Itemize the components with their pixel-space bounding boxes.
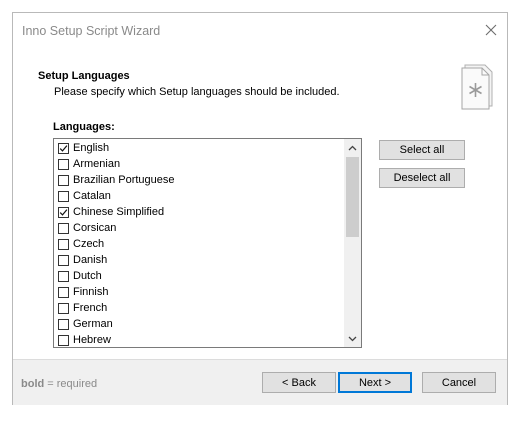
language-label: Armenian	[73, 158, 121, 170]
language-item[interactable]: Danish	[54, 252, 344, 268]
language-checkbox[interactable]	[58, 206, 69, 218]
required-hint: bold = required	[21, 378, 97, 390]
language-item[interactable]: French	[54, 300, 344, 316]
language-checkbox[interactable]	[58, 302, 69, 314]
languages-list: English Armenian Brazilian Portuguese Catal…	[54, 140, 344, 347]
hint-text: = required	[44, 378, 98, 390]
language-label: Finnish	[73, 286, 109, 298]
language-item[interactable]: Catalan	[54, 188, 344, 204]
scroll-thumb[interactable]	[346, 157, 359, 237]
languages-label: Languages:	[53, 121, 115, 133]
language-checkbox[interactable]	[58, 334, 69, 346]
language-label: French	[73, 302, 108, 314]
select-all-button[interactable]: Select all	[379, 140, 465, 160]
cancel-button[interactable]: Cancel	[422, 372, 496, 393]
language-checkbox[interactable]	[58, 190, 69, 202]
language-label: Brazilian Portuguese	[73, 174, 175, 186]
chevron-down-icon	[348, 336, 357, 341]
title-bar: Inno Setup Script Wizard	[13, 13, 507, 49]
language-item[interactable]: German	[54, 316, 344, 332]
language-checkbox[interactable]	[58, 158, 69, 170]
language-label: Dutch	[73, 270, 102, 282]
window-title: Inno Setup Script Wizard	[22, 24, 161, 38]
language-item[interactable]: Brazilian Portuguese	[54, 172, 344, 188]
language-checkbox[interactable]	[58, 270, 69, 282]
language-item[interactable]: Chinese Simplified	[54, 204, 344, 220]
language-label: Danish	[73, 254, 108, 266]
page-title: Setup Languages	[38, 70, 130, 82]
page-header: Setup Languages Please specify which Set…	[13, 49, 507, 121]
language-checkbox[interactable]	[58, 254, 69, 266]
language-item[interactable]: Corsican	[54, 220, 344, 236]
page-subtitle: Please specify which Setup languages sho…	[54, 86, 340, 98]
language-label: Hebrew	[73, 334, 111, 346]
language-label: English	[73, 142, 110, 154]
footer-bar: bold = required < Back Next > Cancel	[13, 360, 507, 405]
language-checkbox[interactable]	[58, 174, 69, 186]
wizard-window: Inno Setup Script Wizard Setup Languages…	[12, 12, 508, 405]
language-item[interactable]: Dutch	[54, 268, 344, 284]
deselect-all-button[interactable]: Deselect all	[379, 168, 465, 188]
language-item[interactable]: English	[54, 140, 344, 156]
close-button[interactable]	[477, 17, 505, 43]
language-label: Chinese Simplified	[73, 206, 165, 218]
checkmark-icon	[59, 208, 68, 216]
language-item[interactable]: Hebrew	[54, 332, 344, 347]
language-checkbox[interactable]	[58, 222, 69, 234]
document-asterisk-icon	[461, 64, 493, 110]
language-item[interactable]: Armenian	[54, 156, 344, 172]
language-label: Czech	[73, 238, 105, 250]
languages-listbox[interactable]: English Armenian Brazilian Portuguese Catal…	[53, 138, 362, 348]
language-item[interactable]: Czech	[54, 236, 344, 252]
checkmark-icon	[59, 144, 68, 152]
language-label: Corsican	[73, 222, 117, 234]
language-label: Catalan	[73, 190, 111, 202]
hint-bold-word: bold	[21, 378, 45, 390]
language-checkbox[interactable]	[58, 286, 69, 298]
language-checkbox[interactable]	[58, 238, 69, 250]
next-button[interactable]: Next >	[338, 372, 412, 393]
back-button[interactable]: < Back	[262, 372, 336, 393]
scroll-up-button[interactable]	[344, 139, 361, 156]
listbox-scrollbar[interactable]	[344, 139, 361, 347]
language-checkbox[interactable]	[58, 142, 69, 154]
language-label: German	[73, 318, 113, 330]
close-icon	[485, 24, 497, 36]
language-item[interactable]: Finnish	[54, 284, 344, 300]
language-checkbox[interactable]	[58, 318, 69, 330]
chevron-up-icon	[348, 145, 357, 150]
scroll-down-button[interactable]	[344, 330, 361, 347]
